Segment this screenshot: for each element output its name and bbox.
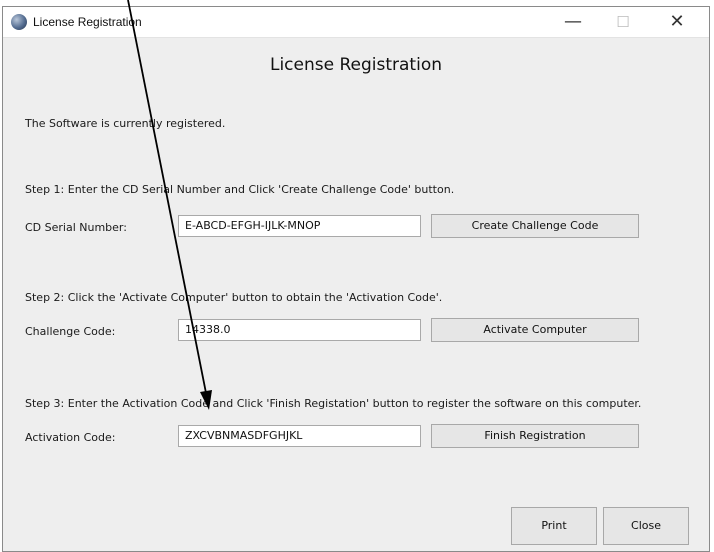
annotation-arrow-head — [200, 390, 212, 410]
annotation-arrow-line — [127, 0, 208, 399]
annotation-arrow — [127, 0, 212, 410]
